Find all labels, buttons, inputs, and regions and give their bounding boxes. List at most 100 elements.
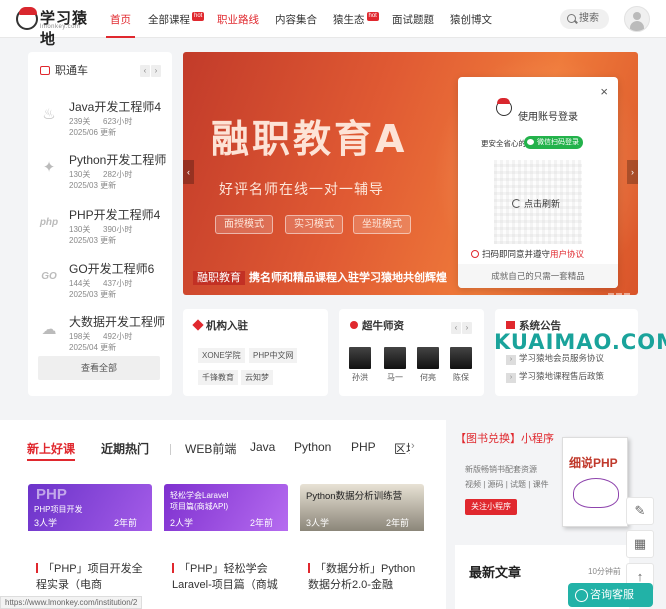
hot-badge: hot	[192, 12, 205, 21]
check-icon[interactable]	[471, 250, 479, 258]
tab-divider	[170, 444, 171, 455]
qrcode-icon: ▦	[633, 536, 647, 551]
prev-page-button[interactable]: ‹	[140, 65, 150, 77]
next-page-button[interactable]: ›	[151, 65, 161, 77]
top-nav: 学习猿地 lmonkey.com 首页 全部课程 hot 职业路线 内容集合 猿生…	[0, 0, 666, 48]
banner-dot[interactable]	[616, 293, 622, 295]
tab-java[interactable]: Java	[250, 440, 275, 454]
teacher-item[interactable]: 何亮	[415, 347, 441, 383]
job-name: Java开发工程师4	[69, 100, 162, 114]
status-url: https://www.lmonkey.com/institution/2	[0, 596, 143, 609]
qr-button[interactable]: ▦	[626, 530, 654, 558]
wechat-login-button[interactable]: 微信扫码登录	[524, 136, 583, 149]
course-age: 2年前	[250, 518, 274, 528]
banner-caption-tag: 融职教育	[193, 271, 245, 285]
teacher-item[interactable]: 孙洪	[347, 347, 373, 383]
org-link[interactable]: 云知梦	[241, 370, 273, 385]
course-learners: 3人学	[306, 518, 330, 528]
tabs-next-button[interactable]: ›	[411, 440, 415, 452]
course-card[interactable]: PHP PHP项目开发 3人学 2年前 「PHP」项目开发全程实录（电商	[28, 484, 152, 609]
book-cover-title: 细说PHP	[569, 456, 618, 470]
book-promo-line: 视频 | 源码 | 试题 | 课件	[465, 480, 549, 489]
cloud-icon: ☁	[41, 321, 57, 338]
nav-career-path[interactable]: 职业路线	[217, 12, 259, 27]
view-all-button[interactable]: 查看全部	[38, 356, 160, 380]
job-date: 2025/04 更新	[69, 343, 117, 352]
job-hours: 623小时	[103, 117, 133, 126]
tab-web[interactable]: WEB前端	[185, 440, 236, 457]
nav-blog[interactable]: 猿创博文	[450, 12, 492, 27]
job-meta: 198关 492小时	[69, 331, 132, 342]
qr-refresh-label: 点击刷新	[524, 199, 561, 209]
nav-ecosystem-label: 猿生态	[333, 14, 365, 26]
monkey-mascot-icon	[16, 7, 38, 30]
nav-home[interactable]: 首页	[106, 12, 135, 38]
book-promo-title[interactable]: 【图书兑换】小程序	[455, 430, 554, 446]
job-levels: 239关	[69, 117, 91, 126]
banner-dot[interactable]	[608, 293, 614, 295]
org-link[interactable]: PHP中文网	[249, 348, 298, 363]
banner-dot[interactable]	[624, 293, 630, 295]
teacher-item[interactable]: 马一	[382, 347, 408, 383]
next-page-button[interactable]: ›	[462, 322, 472, 334]
nav-collections[interactable]: 内容集合	[275, 12, 317, 27]
search-icon	[567, 14, 576, 23]
job-hours: 437小时	[103, 279, 133, 288]
job-date: 2025/03 更新	[69, 290, 117, 299]
user-agreement-link[interactable]: 用户协议	[550, 249, 584, 259]
customer-service-button[interactable]: 咨询客服	[568, 583, 653, 607]
teacher-name: 何亮	[420, 373, 436, 382]
course-card[interactable]: 轻松学会Laravel 项目篇(商城API) 2人学 2年前 「PHP」轻松学会…	[164, 484, 288, 609]
monkey-mascot-icon	[496, 98, 512, 116]
java-icon: ♨	[42, 106, 56, 123]
cover-line: 项目篇(商城API)	[170, 502, 229, 511]
latest-articles-title: 最新文章	[469, 565, 522, 580]
notice-item[interactable]: › 学习猿地课程售后政策	[506, 370, 604, 383]
qr-refresh-button[interactable]: 点击刷新	[512, 197, 560, 210]
banner-subtitle: 好评名师在线一对一辅导	[219, 181, 384, 197]
prev-page-button[interactable]: ‹	[451, 322, 461, 334]
python-icon: ✦	[42, 159, 56, 176]
pager: ‹ ›	[139, 62, 161, 77]
site-logo[interactable]: 学习猿地 lmonkey.com	[16, 6, 98, 48]
user-avatar[interactable]	[624, 6, 650, 32]
login-title: 使用账号登录	[518, 112, 578, 123]
cover-heading: PHP	[36, 486, 67, 503]
job-meta: 130关 390小时	[69, 224, 132, 235]
org-card: 机构入驻 XONE学院 PHP中文网 千锋教育 云知梦	[183, 309, 328, 396]
follow-miniprogram-button[interactable]: 关注小程序	[465, 499, 517, 515]
tab-new-courses[interactable]: 新上好课	[27, 440, 76, 461]
nav-ecosystem[interactable]: 猿生态 hot	[333, 12, 379, 27]
job-item-java[interactable]: ♨ Java开发工程师4 239关 623小时 2025/06 更新	[28, 98, 172, 150]
course-card[interactable]: Python数据分析训练营 3人学 2年前 「数据分析」Python数据分析2.…	[300, 484, 424, 609]
close-icon[interactable]: ×	[600, 84, 608, 99]
book-promo-line: 新版畅销书配套资源	[465, 465, 537, 474]
nav-interview[interactable]: 面试题题	[392, 12, 434, 27]
job-levels: 198关	[69, 332, 91, 341]
teacher-item[interactable]: 陈保	[448, 347, 474, 383]
org-link[interactable]: 千锋教育	[198, 370, 238, 385]
banner-caption-text: 携名师和精品课程入驻学习猿地共创辉煌	[249, 272, 447, 284]
cover-line: PHP项目开发	[34, 505, 83, 514]
job-name: GO开发工程师6	[69, 262, 155, 276]
book-cover-image[interactable]: 细说PHP	[562, 437, 628, 527]
job-name: PHP开发工程师4	[69, 208, 161, 222]
login-panel: × 使用账号登录 更安全省心的 微信扫码登录 点击刷新 扫码即同意并遵守用户协议…	[458, 77, 618, 288]
banner-next-button[interactable]: ›	[627, 160, 638, 184]
nav-all-courses[interactable]: 全部课程 hot	[148, 12, 205, 27]
org-link[interactable]: XONE学院	[198, 348, 245, 363]
tab-blockchain[interactable]: 区块	[394, 440, 410, 457]
search-button[interactable]: 搜索	[560, 9, 609, 29]
job-levels: 144关	[69, 279, 91, 288]
tab-hot[interactable]: 近期热门	[101, 440, 149, 457]
job-item-python[interactable]: ✦ Python开发工程师 130关 282小时 2025/03 更新	[28, 151, 172, 203]
job-item-php[interactable]: php PHP开发工程师4 130关 390小时 2025/03 更新	[28, 206, 172, 258]
job-name: Python开发工程师	[69, 153, 167, 167]
feedback-button[interactable]: ✎	[626, 497, 654, 525]
tab-python[interactable]: Python	[294, 440, 331, 454]
job-item-go[interactable]: GO GO开发工程师6 144关 437小时 2025/03 更新	[28, 260, 172, 312]
elephant-icon	[573, 478, 619, 508]
teacher-name: 陈保	[453, 373, 469, 382]
tab-php[interactable]: PHP	[351, 440, 376, 454]
banner-prev-button[interactable]: ‹	[183, 160, 194, 184]
